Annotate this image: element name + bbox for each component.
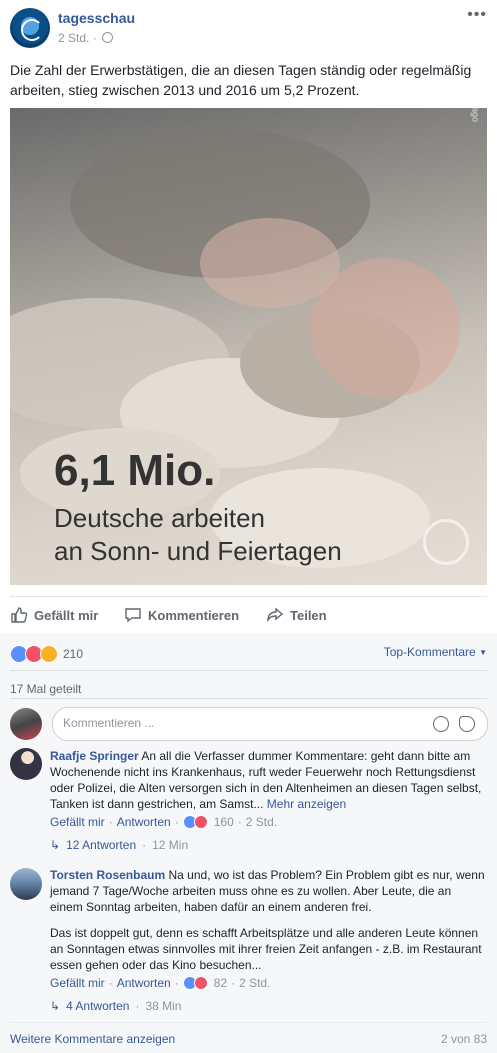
- comment-meta: Gefällt mir · Antworten · 160 · 2 Std.: [50, 815, 277, 829]
- sort-label: Top-Kommentare: [383, 645, 476, 659]
- replies-time: 38 Min: [145, 999, 182, 1013]
- divider: [10, 698, 487, 699]
- post-image[interactable]: 6,1 Mio. Deutsche arbeiten an Sonn- und …: [10, 108, 487, 585]
- comment-reaction-count: 82: [213, 976, 228, 990]
- show-more-comments-link[interactable]: Weitere Kommentare anzeigen: [10, 1032, 175, 1046]
- user-avatar: [10, 708, 42, 740]
- divider: [10, 1022, 487, 1023]
- replies-link[interactable]: 12 Antworten: [66, 838, 136, 852]
- commenter-avatar[interactable]: [10, 868, 42, 900]
- image-credit: Foto: imago: [471, 108, 481, 122]
- view-replies[interactable]: ↳ 4 Antworten · 38 Min: [50, 999, 181, 1013]
- comment-like-link[interactable]: Gefällt mir: [50, 815, 105, 829]
- separator: ·: [135, 999, 140, 1013]
- post-text: Die Zahl der Erwerbstätigen, die an dies…: [10, 62, 472, 98]
- comment-body: Torsten Rosenbaum Na und, wo ist das Pro…: [50, 867, 486, 915]
- thumbs-up-icon: [11, 607, 28, 623]
- view-replies[interactable]: ↳ 12 Antworten · 12 Min: [50, 838, 188, 852]
- comment-author[interactable]: Raafje Springer: [50, 749, 139, 763]
- replies-time: 12 Min: [152, 838, 189, 852]
- share-label: Teilen: [290, 607, 327, 623]
- page-name[interactable]: tagesschau: [58, 10, 135, 26]
- share-button[interactable]: Teilen: [266, 606, 327, 624]
- reactions-summary[interactable]: 210: [10, 645, 83, 663]
- comment-button[interactable]: Kommentieren: [124, 606, 239, 624]
- reply-arrow-icon: ↳: [50, 838, 61, 852]
- sticker-icon[interactable]: [459, 716, 475, 732]
- like-button[interactable]: Gefällt mir: [10, 606, 98, 624]
- comment-reply-link[interactable]: Antworten: [117, 815, 171, 829]
- caret-down-icon: ▼: [479, 648, 487, 657]
- comment-time[interactable]: 2 Std.: [246, 815, 277, 829]
- separator: ·: [142, 838, 147, 852]
- love-reaction-icon: [193, 815, 208, 829]
- comment-input[interactable]: Kommentieren ...: [52, 707, 488, 741]
- globe-icon: [102, 32, 114, 43]
- separator: ·: [174, 976, 179, 990]
- image-subline-1: Deutsche arbeiten: [54, 503, 266, 533]
- comment-like-link[interactable]: Gefällt mir: [50, 976, 105, 990]
- speech-bubble-icon: [125, 608, 141, 623]
- reply-arrow-icon: ↳: [50, 999, 61, 1013]
- comment-reply-link[interactable]: Antworten: [117, 976, 171, 990]
- image-subline-2: an Sonn- und Feiertagen: [54, 536, 342, 566]
- comment-text-paragraph: Das ist doppelt gut, denn es schafft Arb…: [50, 926, 482, 972]
- tagesschau-watermark-icon: [423, 519, 469, 565]
- image-headline: 6,1 Mio.: [54, 446, 216, 495]
- reaction-count: 210: [63, 647, 84, 661]
- emoji-icon[interactable]: [433, 716, 449, 732]
- like-label: Gefällt mir: [34, 607, 99, 623]
- share-arrow-icon: [267, 607, 284, 623]
- love-reaction-icon: [193, 976, 208, 990]
- post-actions-bar: Gefällt mir Kommentieren Teilen: [10, 596, 487, 633]
- share-count[interactable]: 17 Mal geteilt: [10, 682, 81, 696]
- comment-reactions[interactable]: [182, 976, 208, 990]
- comment-time[interactable]: 2 Std.: [239, 976, 270, 990]
- separator: ·: [237, 815, 242, 829]
- comment-meta: Gefällt mir · Antworten · 82 · 2 Std.: [50, 976, 270, 990]
- separator: ·: [231, 976, 236, 990]
- comment-placeholder: Kommentieren ...: [63, 716, 155, 730]
- comment-pager: 2 von 83: [440, 1032, 487, 1046]
- comment-body: Raafje Springer An all die Verfasser dum…: [50, 748, 486, 812]
- replies-link[interactable]: 4 Antworten: [66, 999, 129, 1013]
- post-time[interactable]: 2 Std. ·: [58, 31, 97, 45]
- comment-author[interactable]: Torsten Rosenbaum: [50, 868, 165, 882]
- sort-comments-dropdown[interactable]: Top-Kommentare ▼: [384, 645, 487, 659]
- separator: ·: [108, 815, 113, 829]
- sad-reaction-icon: [40, 645, 58, 663]
- divider: [10, 670, 487, 671]
- page-avatar[interactable]: [10, 8, 50, 48]
- post-timestamp[interactable]: 2 Std. ·: [58, 31, 114, 45]
- show-more-link[interactable]: Mehr anzeigen: [267, 797, 346, 811]
- comment-reaction-count: 160: [213, 815, 234, 829]
- more-options-icon[interactable]: •••: [467, 6, 487, 24]
- separator: ·: [174, 815, 179, 829]
- commenter-avatar[interactable]: [10, 748, 42, 780]
- comment-reactions[interactable]: [182, 815, 208, 829]
- separator: ·: [108, 976, 113, 990]
- comment-label: Kommentieren: [148, 607, 240, 623]
